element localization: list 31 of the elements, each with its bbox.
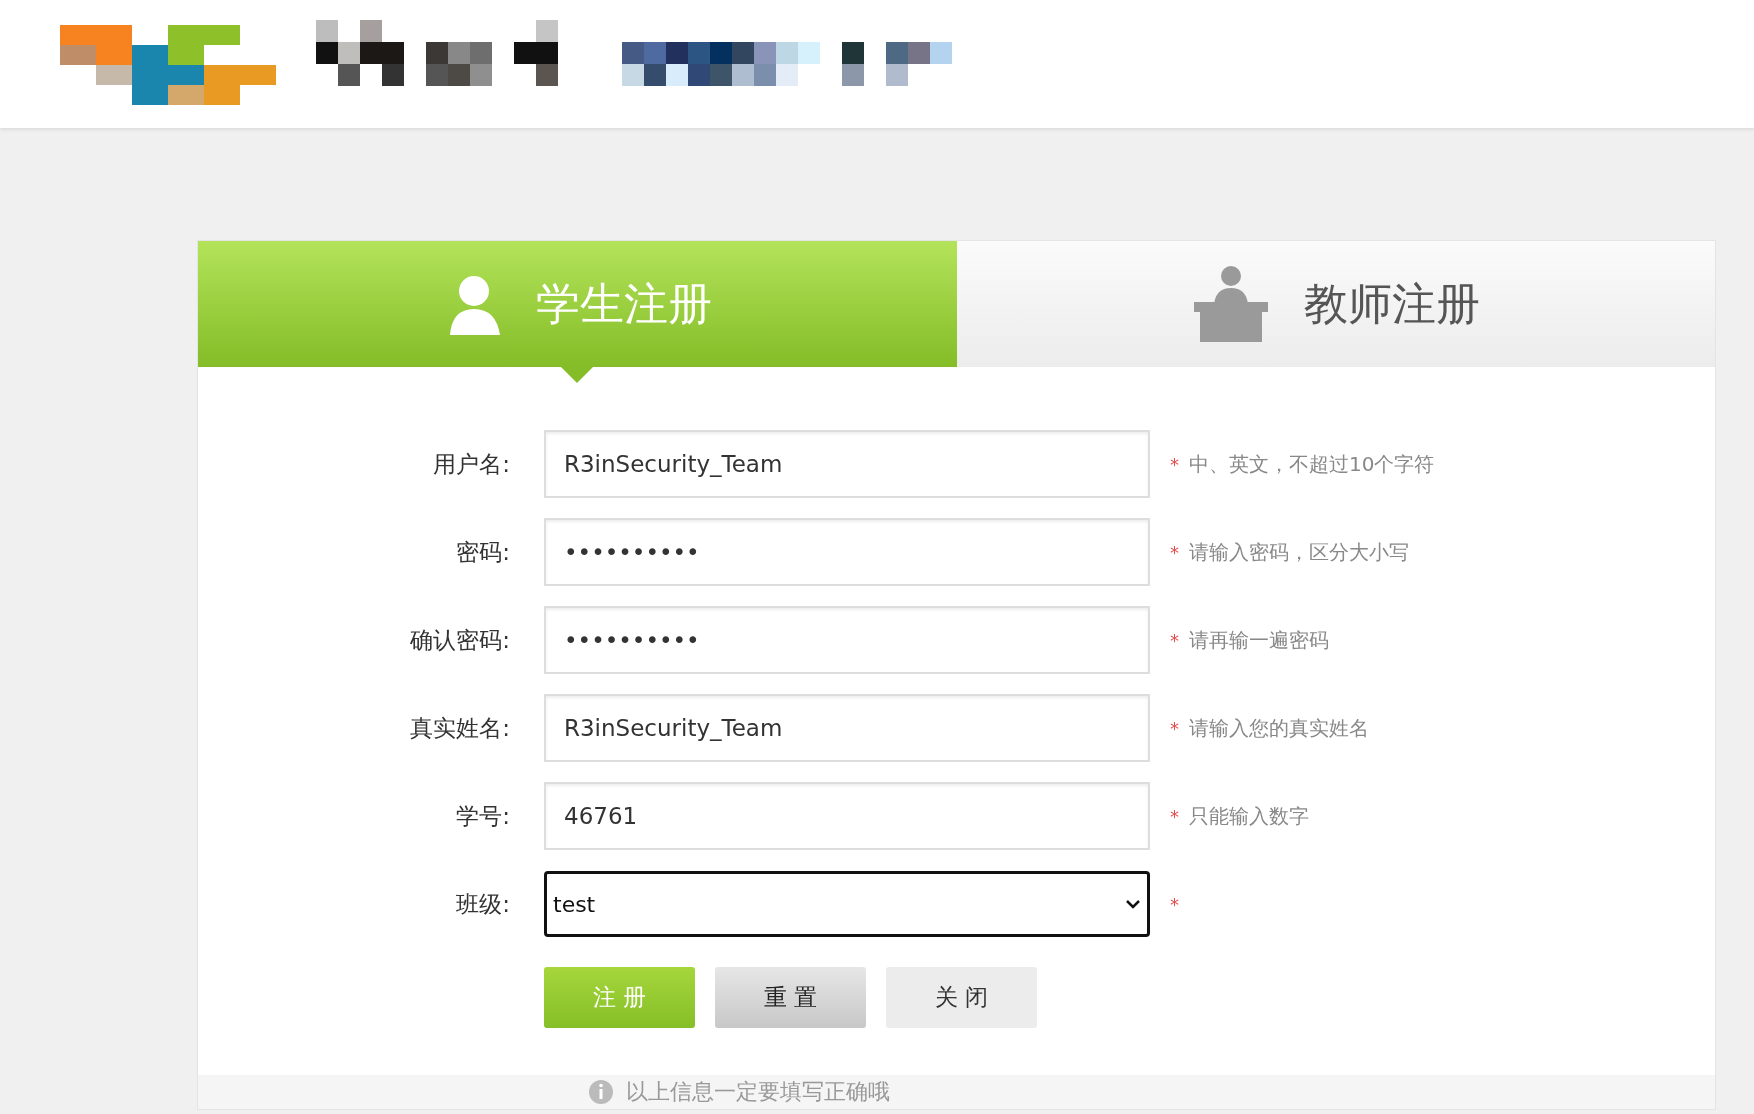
chevron-down-icon bbox=[1125, 898, 1141, 910]
input-field[interactable]: •••••••••• bbox=[544, 518, 1150, 586]
required-mark: * bbox=[1170, 453, 1179, 475]
required-mark: * bbox=[1170, 629, 1179, 651]
required-mark: * bbox=[1170, 541, 1179, 563]
required-mark: * bbox=[1170, 893, 1179, 915]
tab-pointer-icon bbox=[561, 367, 594, 383]
field-hint: 请输入您的真实姓名 bbox=[1189, 714, 1369, 742]
registration-tab[interactable]: 教师注册 bbox=[956, 241, 1715, 367]
field-label: 学号: bbox=[455, 801, 511, 831]
info-icon bbox=[588, 1079, 614, 1105]
input-field[interactable]: R3inSecurity_Team bbox=[544, 430, 1150, 498]
class-dropdown[interactable]: test bbox=[544, 871, 1150, 937]
required-mark: * bbox=[1170, 805, 1179, 827]
field-hint: 请输入密码，区分大小写 bbox=[1189, 538, 1409, 566]
field-label: 班级: bbox=[455, 889, 511, 919]
input-field[interactable]: R3inSecurity_Team bbox=[544, 694, 1150, 762]
input-field[interactable]: 46761 bbox=[544, 782, 1150, 850]
form-button[interactable]: 重 置 bbox=[715, 967, 866, 1028]
required-mark: * bbox=[1170, 717, 1179, 739]
field-hint: 请再输一遍密码 bbox=[1189, 626, 1329, 654]
field-label: 真实姓名: bbox=[409, 713, 511, 743]
footer-note: 以上信息一定要填写正确哦 bbox=[626, 1078, 890, 1106]
field-label: 密码: bbox=[455, 537, 511, 567]
field-label: 确认密码: bbox=[409, 625, 511, 655]
teacher-desk-icon bbox=[1191, 264, 1270, 344]
field-label: 用户名: bbox=[432, 449, 511, 479]
input-field[interactable]: •••••••••• bbox=[544, 606, 1150, 674]
form-button[interactable]: 关 闭 bbox=[886, 967, 1037, 1028]
field-hint: 中、英文，不超过10个字符 bbox=[1189, 450, 1435, 478]
field-hint: 只能输入数字 bbox=[1189, 802, 1309, 830]
